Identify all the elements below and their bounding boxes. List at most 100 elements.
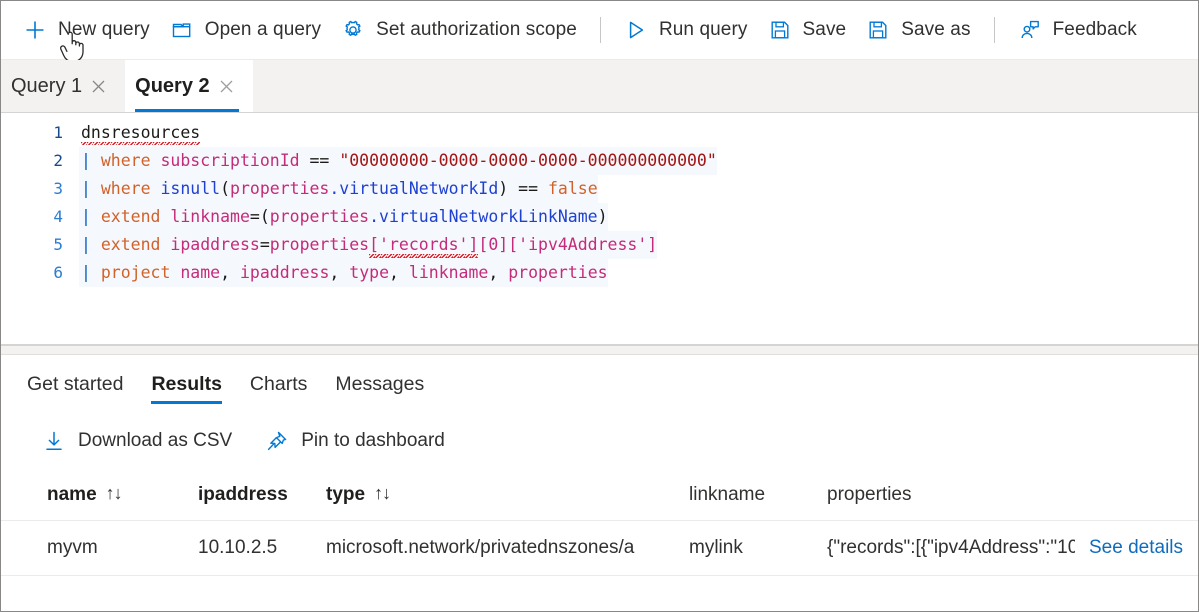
- tab-get-started[interactable]: Get started: [13, 355, 137, 413]
- token-pipe: |: [81, 207, 91, 226]
- token-keyword-where: where: [100, 151, 151, 170]
- table-row[interactable]: myvm 10.10.2.5 microsoft.network/private…: [1, 520, 1198, 576]
- code-line: 6 | project name, ipaddress, type, linkn…: [1, 259, 1198, 287]
- token-operator-assign: =: [249, 207, 260, 226]
- column-header-label: linkname: [689, 483, 766, 505]
- download-as-csv-label: Download as CSV: [78, 430, 233, 451]
- code-line: 1 dnsresources: [1, 119, 1198, 147]
- token-comma: ,: [329, 263, 340, 282]
- close-icon[interactable]: [218, 78, 235, 95]
- results-table-header: name ↑↓ ipaddress type ↑↓ linkname propert…: [1, 469, 1198, 521]
- column-header-ipaddress[interactable]: ipaddress: [198, 469, 326, 521]
- token-paren-open: (: [259, 207, 270, 226]
- token-column-subscriptionid: subscriptionId: [160, 151, 300, 170]
- code-line-content: | where isnull(properties.virtualNetwork…: [79, 175, 598, 203]
- column-header-properties[interactable]: properties: [827, 469, 1198, 521]
- tab-label: Charts: [249, 372, 308, 395]
- open-a-query-label: Open a query: [204, 19, 322, 40]
- token-pipe: |: [81, 263, 91, 282]
- column-header-label: type: [326, 484, 366, 505]
- token-pipe: |: [81, 235, 91, 254]
- token-table-name: dnsresources: [81, 123, 201, 145]
- token-var-linkname: linkname: [170, 207, 250, 226]
- token-keyword-extend: extend: [100, 207, 161, 226]
- query-tab-strip: Query 1 Query 2: [1, 60, 1198, 112]
- pin-to-dashboard-button[interactable]: Pin to dashboard: [266, 430, 457, 452]
- query-editor[interactable]: 1 dnsresources 2 | where subscriptionId …: [1, 112, 1198, 345]
- tab-results[interactable]: Results: [137, 355, 235, 413]
- query-tab-label: Query 2: [135, 74, 210, 97]
- line-number: 6: [53, 263, 63, 282]
- column-header-type[interactable]: type ↑↓: [326, 469, 689, 521]
- see-details-link[interactable]: See details: [1089, 537, 1183, 559]
- tab-label: Results: [151, 372, 222, 395]
- token-pipe: |: [81, 179, 91, 198]
- token-keyword-false: false: [547, 179, 598, 198]
- panel-splitter[interactable]: [1, 345, 1198, 355]
- line-number: 5: [53, 235, 63, 254]
- feedback-button[interactable]: Feedback: [1008, 10, 1147, 50]
- download-as-csv-button[interactable]: Download as CSV: [43, 430, 244, 452]
- token-operator-eq: ==: [309, 151, 330, 170]
- plus-icon: [23, 18, 47, 42]
- token-projection-type: type: [349, 263, 390, 282]
- close-icon[interactable]: [90, 78, 107, 95]
- token-property-virtualnetworklinkname: .virtualNetworkLinkName: [369, 207, 598, 226]
- save-as-label: Save as: [901, 19, 971, 40]
- save-button[interactable]: Save: [758, 10, 857, 50]
- query-tab-query-2[interactable]: Query 2: [125, 60, 253, 112]
- new-query-button[interactable]: New query: [13, 10, 160, 50]
- token-projection-ipaddress: ipaddress: [239, 263, 330, 282]
- save-as-button[interactable]: Save as: [856, 10, 980, 50]
- token-keyword-where: where: [100, 179, 151, 198]
- results-panel: Get started Results Charts Messages Down…: [1, 355, 1198, 611]
- token-properties: properties: [269, 207, 370, 226]
- code-line-content: | project name, ipaddress, type, linknam…: [79, 259, 608, 287]
- code-area[interactable]: 1 dnsresources 2 | where subscriptionId …: [1, 113, 1198, 287]
- line-number: 1: [53, 123, 63, 142]
- token-keyword-project: project: [100, 263, 171, 282]
- results-table: name ↑↓ ipaddress type ↑↓ linkname propert…: [1, 469, 1198, 576]
- token-paren-close: ): [597, 207, 608, 226]
- query-tab-label: Query 1: [11, 74, 83, 97]
- tab-charts[interactable]: Charts: [236, 355, 321, 413]
- results-table-body: myvm 10.10.2.5 microsoft.network/private…: [1, 520, 1198, 576]
- token-paren-open: (: [220, 179, 231, 198]
- token-properties: properties: [230, 179, 330, 198]
- cell-type: microsoft.network/privatednszones/a: [326, 520, 689, 576]
- query-tab-query-1[interactable]: Query 1: [1, 60, 126, 112]
- column-header-linkname[interactable]: linkname: [689, 469, 827, 521]
- column-header-label: name: [47, 484, 97, 505]
- cell-properties: {"records":[{"ipv4Address":"10.... See d…: [827, 520, 1198, 576]
- save-label: Save: [802, 19, 847, 40]
- code-line-content: | extend linkname=(properties.virtualNet…: [79, 203, 608, 231]
- code-line-content: dnsresources: [79, 119, 201, 147]
- token-comma: ,: [220, 263, 231, 282]
- token-property-virtualnetworkid: .virtualNetworkId: [329, 179, 499, 198]
- open-a-query-button[interactable]: Open a query: [160, 10, 331, 50]
- properties-json-preview: {"records":[{"ipv4Address":"10....: [827, 537, 1075, 558]
- properties-cell-content: {"records":[{"ipv4Address":"10.... See d…: [827, 537, 1190, 559]
- token-properties: properties: [269, 235, 370, 254]
- token-projection-name: name: [180, 263, 221, 282]
- line-number: 3: [53, 179, 63, 198]
- column-header-name[interactable]: name ↑↓: [1, 469, 198, 521]
- token-var-ipaddress: ipaddress: [170, 235, 260, 254]
- token-index-ipv4address: ['ipv4Address']: [508, 235, 658, 254]
- token-index-records: ['records']: [369, 235, 479, 254]
- pin-icon: [266, 430, 288, 452]
- token-comma: ,: [389, 263, 399, 282]
- tab-label: Get started: [27, 372, 124, 395]
- cell-ipaddress: 10.10.2.5: [198, 520, 326, 576]
- line-number: 2: [53, 151, 63, 170]
- tab-messages[interactable]: Messages: [321, 355, 438, 413]
- code-line-content: | where subscriptionId == "00000000-0000…: [79, 147, 717, 175]
- new-query-label: New query: [58, 19, 150, 40]
- results-tab-strip: Get started Results Charts Messages: [1, 355, 1198, 413]
- line-number: 4: [53, 207, 63, 226]
- sort-arrows-icon[interactable]: ↑↓: [374, 483, 391, 504]
- set-authorization-scope-button[interactable]: Set authorization scope: [331, 10, 587, 50]
- run-query-button[interactable]: Run query: [614, 10, 758, 50]
- code-line: 5 | extend ipaddress=properties['records…: [1, 231, 1198, 259]
- sort-arrows-icon[interactable]: ↑↓: [106, 483, 123, 504]
